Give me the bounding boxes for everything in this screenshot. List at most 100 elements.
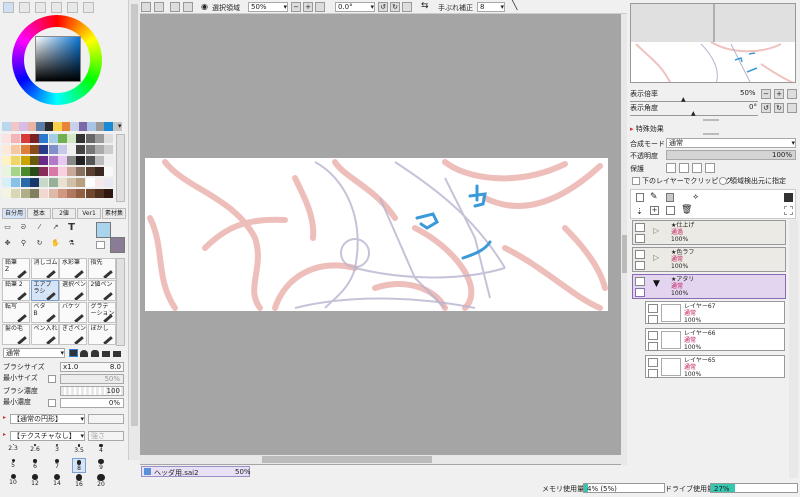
palette-swatch[interactable] — [39, 145, 49, 154]
palette-swatch[interactable] — [57, 145, 67, 154]
min-density-checkbox[interactable] — [48, 399, 56, 407]
palette-tab[interactable] — [67, 2, 78, 13]
rotate-reset-button[interactable] — [402, 2, 412, 12]
shape-square-icon[interactable] — [113, 351, 121, 357]
shape-round-icon[interactable] — [80, 350, 88, 357]
nav-zoom-thumb[interactable]: ▲ — [681, 96, 686, 103]
visibility-toggle[interactable] — [635, 223, 645, 232]
palette-swatch[interactable] — [76, 134, 86, 143]
brush-tool-12[interactable]: 髪の毛 — [2, 324, 30, 345]
brush-tool-3[interactable]: 指先 — [87, 258, 116, 279]
protect-transparency-button[interactable] — [666, 163, 676, 173]
palette-swatch[interactable] — [29, 178, 39, 187]
palette-swatch[interactable] — [104, 145, 114, 154]
new-folder-icon[interactable] — [666, 193, 674, 202]
palette-swatch[interactable] — [95, 145, 104, 154]
brush-size-preset[interactable]: 12 — [28, 473, 42, 488]
panel-splitter[interactable] — [703, 133, 719, 135]
palette-swatch[interactable] — [67, 178, 77, 187]
shape-flat-icon[interactable] — [102, 351, 110, 357]
palette-swatch[interactable] — [2, 156, 11, 165]
layer-select-checkbox[interactable] — [635, 288, 645, 297]
palette-swatch[interactable] — [11, 156, 21, 165]
palette-swatch[interactable] — [104, 156, 114, 165]
lock-icon[interactable] — [705, 163, 715, 173]
merge-down-icon[interactable]: + — [650, 206, 659, 215]
tool-set-tab[interactable]: 素材集 — [102, 208, 126, 219]
layer-select-checkbox[interactable] — [635, 261, 645, 270]
min-size-field[interactable]: 50% — [60, 374, 124, 384]
palette-swatch[interactable] — [29, 189, 39, 198]
layer-select-checkbox[interactable] — [648, 342, 658, 351]
palette-swatch[interactable] — [11, 178, 21, 187]
palette-swatch[interactable] — [48, 134, 58, 143]
brush-size-field[interactable]: x1.0 8.0 — [60, 362, 124, 372]
palette-swatch[interactable] — [95, 178, 104, 187]
color-palette[interactable] — [2, 134, 114, 202]
brush-tool-14[interactable]: ぎざペン — [59, 324, 87, 345]
color-wheel-tab[interactable] — [3, 2, 14, 13]
layer-settings-icon[interactable] — [784, 193, 793, 202]
palette-swatch[interactable] — [20, 134, 30, 143]
stabilizer-select[interactable]: 8 ▾ — [477, 2, 505, 12]
new-vector-layer-icon[interactable]: ✎ — [650, 192, 658, 202]
nav-rotate-left-button[interactable]: ↺ — [761, 103, 771, 113]
pick-icon[interactable]: ↗ — [51, 223, 60, 232]
palette-swatch[interactable] — [57, 156, 67, 165]
palette-swatch[interactable] — [95, 189, 104, 198]
palette-swatch[interactable] — [20, 189, 30, 198]
palette-swatch[interactable] — [67, 189, 77, 198]
palette-swatch[interactable] — [67, 156, 77, 165]
palette-swatch[interactable] — [85, 167, 95, 176]
layer-select-checkbox[interactable] — [648, 369, 658, 378]
layer-select-checkbox[interactable] — [635, 234, 645, 243]
zoom-out-button[interactable]: − — [291, 2, 301, 12]
expanded-arrow-icon[interactable]: ▼ — [653, 280, 660, 289]
palette-swatch[interactable] — [85, 145, 95, 154]
collapse-arrow-icon[interactable]: ▸ — [3, 414, 9, 422]
shape-dome-icon[interactable] — [91, 350, 99, 357]
zoom-in-button[interactable]: + — [303, 2, 313, 12]
canvas-hscrollbar[interactable] — [140, 455, 621, 464]
palette-swatch[interactable] — [104, 189, 114, 198]
layer-select-checkbox[interactable] — [648, 315, 658, 324]
tool-set-tab[interactable]: Ver1 — [77, 208, 101, 219]
palette-swatch[interactable] — [20, 156, 30, 165]
layer-item[interactable]: ▷ ★仕上げ 通過 100% — [632, 220, 786, 245]
saturation-value-square[interactable] — [35, 36, 81, 82]
tool-set-tab[interactable]: 基本 — [27, 208, 51, 219]
flip-icon[interactable]: ⇆ — [421, 1, 429, 11]
palette-swatch[interactable] — [67, 134, 77, 143]
shape-triangle-icon[interactable] — [69, 349, 78, 357]
palette-swatch[interactable] — [2, 145, 11, 154]
undo-icon[interactable] — [141, 2, 151, 12]
document-tab[interactable]: ヘッダ用.sai2 50% — [141, 466, 251, 477]
brush-size-preset[interactable]: 3.5 — [72, 443, 86, 458]
brush-size-preset[interactable]: 2.3 — [6, 443, 20, 458]
layer-item[interactable]: レイヤー65 通常 100% — [645, 355, 785, 378]
region-radio[interactable] — [719, 177, 727, 185]
brush-size-preset[interactable]: 6 — [28, 458, 42, 473]
deselect-icon[interactable] — [170, 2, 180, 12]
nav-rotate-right-button[interactable]: ↻ — [774, 103, 784, 113]
visibility-toggle[interactable] — [648, 304, 658, 313]
palette-scrollbar[interactable] — [116, 134, 125, 202]
blend-mode-select[interactable]: 通常 ▾ — [3, 348, 65, 358]
protect-move-button[interactable] — [692, 163, 702, 173]
rgb-slider-tab[interactable] — [19, 2, 30, 13]
zoom-field[interactable]: 50% ▾ — [248, 2, 288, 12]
palette-swatch[interactable] — [2, 167, 11, 176]
brush-tool-11[interactable]: グラデーション — [87, 302, 116, 323]
brush-tool-7[interactable]: 2値ペン — [87, 280, 116, 301]
brush-size-preset[interactable]: 8 — [72, 458, 86, 473]
palette-swatch[interactable] — [57, 167, 67, 176]
brush-tool-15[interactable]: ぼかし — [87, 324, 116, 345]
navigator-preview[interactable] — [630, 3, 796, 83]
nav-angle-thumb[interactable]: ▲ — [691, 110, 696, 117]
palette-swatch[interactable] — [76, 145, 86, 154]
rotate-icon[interactable]: ↻ — [35, 239, 44, 248]
palette-swatch[interactable] — [76, 178, 86, 187]
brush-size-preset[interactable]: 16 — [72, 473, 86, 488]
trash-icon[interactable]: 🗑 — [681, 205, 692, 215]
move-icon[interactable]: ✥ — [3, 239, 12, 248]
